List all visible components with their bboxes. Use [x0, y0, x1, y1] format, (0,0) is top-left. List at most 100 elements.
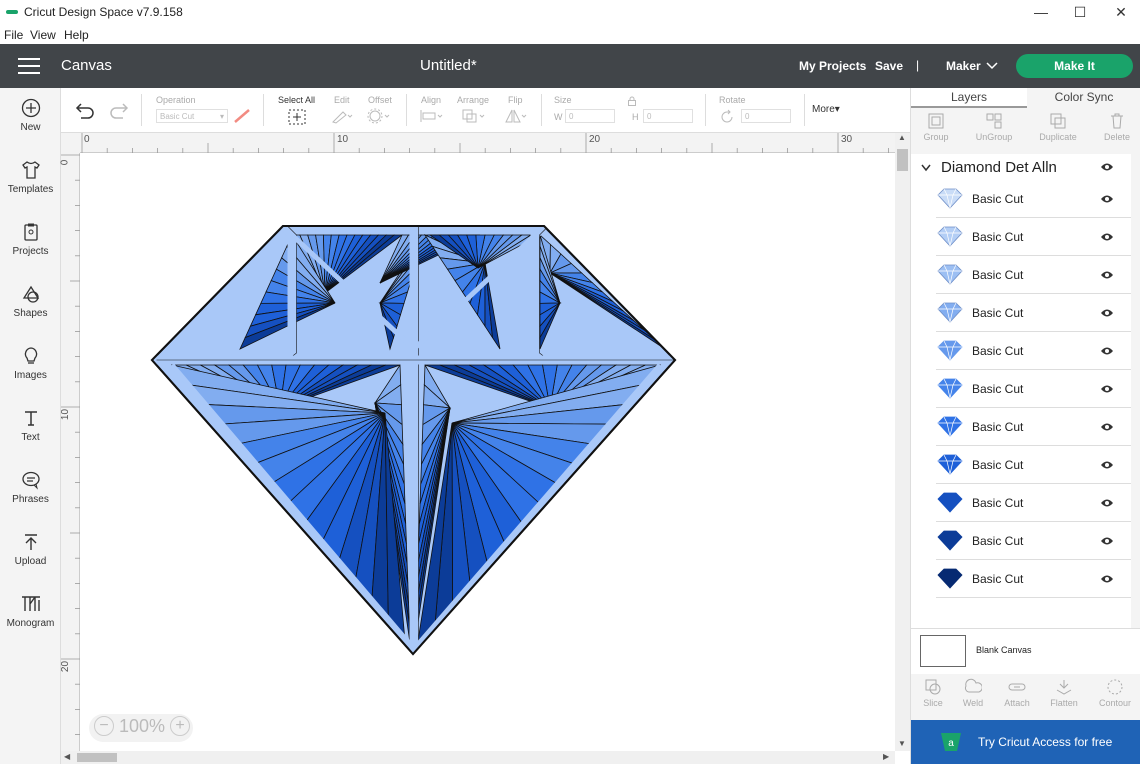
eye-icon[interactable] — [1100, 308, 1114, 318]
layer-row[interactable]: Basic Cut — [936, 370, 1131, 408]
layer-row[interactable]: Basic Cut — [936, 256, 1131, 294]
width-value: 0 — [569, 112, 574, 121]
align-icon[interactable] — [419, 108, 445, 124]
tab-color-sync[interactable]: Color Sync — [1027, 88, 1140, 108]
scroll-left-icon[interactable]: ◀ — [64, 752, 70, 761]
menu-file[interactable]: File — [4, 28, 23, 42]
eye-icon[interactable] — [1100, 536, 1114, 546]
menu-view[interactable]: View — [30, 28, 56, 42]
sidebar-item-projects[interactable]: Projects — [0, 212, 61, 268]
redo-icon[interactable] — [109, 103, 129, 119]
weld-label: Weld — [962, 698, 984, 708]
canvas-label: Canvas — [61, 57, 112, 74]
weld-button[interactable]: Weld — [951, 678, 995, 708]
attach-button[interactable]: Attach — [995, 678, 1039, 708]
contour-button[interactable]: Contour — [1093, 678, 1137, 708]
sidebar-item-monogram[interactable]: Monogram — [0, 584, 61, 640]
select-all-icon[interactable] — [287, 108, 307, 126]
edit-icon[interactable] — [331, 108, 353, 124]
layer-row[interactable]: Basic Cut — [936, 294, 1131, 332]
layer-row[interactable]: Basic Cut — [936, 180, 1131, 218]
slice-button[interactable]: Slice — [911, 678, 955, 708]
operation-value: Basic Cut — [160, 112, 195, 121]
collapse-chevron-icon[interactable] — [921, 164, 931, 172]
layer-row[interactable]: Basic Cut — [936, 560, 1131, 598]
layer-label: Basic Cut — [972, 420, 1024, 434]
cricut-access-banner[interactable]: a Try Cricut Access for free — [911, 720, 1140, 764]
menu-bar: File View Help — [0, 24, 1140, 44]
delete-button[interactable]: Delete — [1092, 112, 1140, 142]
scroll-right-icon[interactable]: ▶ — [883, 752, 889, 761]
eye-icon[interactable] — [1100, 194, 1114, 204]
eye-icon[interactable] — [1100, 460, 1114, 470]
shapes-icon — [22, 285, 39, 303]
more-button[interactable]: More▾ — [812, 104, 840, 115]
duplicate-icon — [1050, 113, 1066, 129]
make-it-button[interactable]: Make It — [1016, 54, 1133, 78]
flatten-label: Flatten — [1050, 698, 1078, 708]
menu-help[interactable]: Help — [64, 28, 89, 42]
my-projects-button[interactable]: My Projects — [799, 59, 866, 73]
zoom-in-button[interactable]: + — [170, 716, 190, 736]
ungroup-button[interactable]: UnGroup — [969, 112, 1019, 142]
sidebar-item-phrases[interactable]: Phrases — [0, 460, 61, 516]
offset-icon[interactable] — [367, 108, 391, 124]
scroll-thumb[interactable] — [77, 753, 117, 762]
layer-row[interactable]: Basic Cut — [936, 446, 1131, 484]
toolbar-separator — [141, 94, 142, 126]
diamond-thumbnail-icon — [937, 530, 963, 551]
sidebar-item-images[interactable]: Images — [0, 336, 61, 392]
sidebar-item-upload[interactable]: Upload — [0, 522, 61, 578]
eye-icon[interactable] — [1100, 574, 1114, 584]
flip-icon[interactable] — [503, 108, 529, 124]
eye-icon[interactable] — [1100, 384, 1114, 394]
tab-layers[interactable]: Layers — [911, 88, 1027, 108]
flatten-button[interactable]: Flatten — [1042, 678, 1086, 708]
horizontal-scrollbar[interactable]: ◀ ▶ — [61, 751, 895, 764]
blank-canvas-row[interactable]: Blank Canvas — [911, 628, 1140, 674]
sidebar-item-new[interactable]: New — [0, 88, 61, 144]
sidebar-item-shapes[interactable]: Shapes — [0, 274, 61, 330]
eye-icon[interactable] — [1100, 270, 1114, 280]
height-input[interactable]: 0 — [643, 109, 693, 123]
close-button[interactable]: ✕ — [1098, 0, 1140, 24]
linetype-swatch-icon[interactable] — [233, 108, 251, 124]
undo-icon[interactable] — [75, 103, 95, 119]
window-title-bar: Cricut Design Space v7.9.158 — ☐ ✕ — [0, 0, 1140, 24]
chevron-down-icon[interactable] — [986, 59, 998, 71]
layer-row[interactable]: Basic Cut — [936, 332, 1131, 370]
width-input[interactable]: 0 — [565, 109, 615, 123]
layer-row[interactable]: Basic Cut — [936, 522, 1131, 560]
scroll-up-icon[interactable]: ▲ — [898, 133, 906, 142]
group-name[interactable]: Diamond Det Alln — [941, 159, 1057, 176]
maximize-button[interactable]: ☐ — [1057, 0, 1103, 24]
sidebar-item-text[interactable]: Text — [0, 398, 61, 454]
scroll-down-icon[interactable]: ▼ — [898, 739, 906, 748]
layer-row[interactable]: Basic Cut — [936, 484, 1131, 522]
design-canvas[interactable] — [80, 153, 895, 751]
vertical-scrollbar[interactable]: ▲ ▼ — [895, 133, 910, 751]
tshirt-icon — [21, 161, 40, 179]
hamburger-menu-icon[interactable] — [18, 58, 40, 74]
layer-row[interactable]: Basic Cut — [936, 408, 1131, 446]
machine-selector[interactable]: Maker — [946, 59, 981, 73]
sidebar-item-templates[interactable]: Templates — [0, 150, 61, 206]
eye-icon[interactable] — [1100, 346, 1114, 356]
eye-icon[interactable] — [1100, 498, 1114, 508]
eye-icon[interactable] — [1100, 162, 1114, 172]
rotate-input[interactable]: 0 — [741, 109, 791, 123]
save-button[interactable]: Save — [875, 59, 903, 73]
zoom-out-button[interactable]: − — [94, 716, 114, 736]
lock-icon[interactable] — [627, 96, 637, 106]
layer-row[interactable]: Basic Cut — [936, 218, 1131, 256]
scroll-thumb[interactable] — [897, 149, 908, 171]
diamond-design[interactable] — [80, 153, 895, 751]
operation-dropdown[interactable]: Basic Cut ▾ — [156, 109, 228, 123]
offset-label: Offset — [368, 95, 392, 105]
group-button[interactable]: Group — [911, 112, 961, 142]
duplicate-button[interactable]: Duplicate — [1033, 112, 1083, 142]
eye-icon[interactable] — [1100, 422, 1114, 432]
eye-icon[interactable] — [1100, 232, 1114, 242]
diamond-thumbnail-icon — [937, 264, 963, 285]
arrange-icon[interactable] — [461, 108, 487, 124]
